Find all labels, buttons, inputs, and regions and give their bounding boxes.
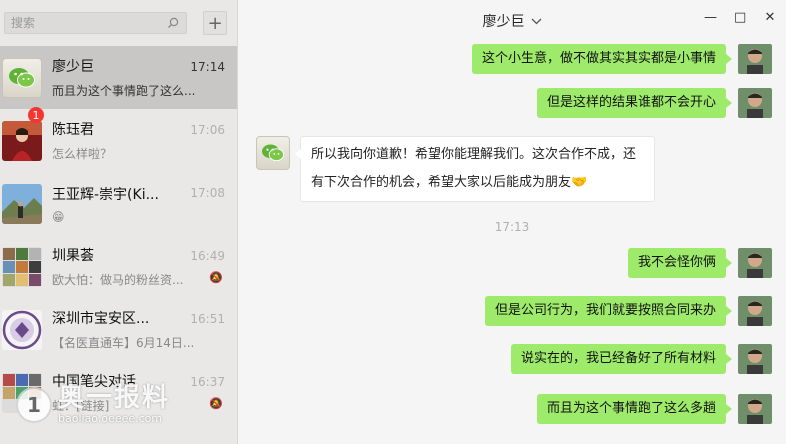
close-button[interactable]: ✕ <box>764 10 776 25</box>
conversation-item-liaoshaoju[interactable]: 廖少巨 而且为这个事情跑了这么... 17:14 <box>0 46 237 109</box>
add-chat-button[interactable]: + <box>203 11 227 35</box>
chevron-down-icon[interactable] <box>531 15 542 28</box>
avatar <box>2 309 42 350</box>
message-bubble[interactable]: 但是公司行为，我们就要按照合同来办 <box>484 296 733 326</box>
conversation-time: 17:08 <box>190 186 225 200</box>
message-row-outgoing: 而且为这个事情跑了这么多趟 <box>536 394 772 424</box>
unread-badge: 1 <box>28 107 44 123</box>
search-row: + <box>0 0 237 46</box>
group-avatar-icon <box>2 246 42 287</box>
search-icon[interactable] <box>166 16 180 30</box>
message-row-outgoing: 我不会怪你俩 <box>627 248 772 278</box>
district-seal-icon <box>2 309 42 350</box>
my-avatar[interactable] <box>738 88 772 118</box>
conversation-time: 16:37 <box>190 375 225 389</box>
wechat-logo-icon[interactable] <box>256 136 290 170</box>
avatar <box>2 246 42 287</box>
conversation-preview: 虹：[链接] <box>52 399 110 413</box>
message-bubble[interactable]: 这个小生意，做不做其实其实都是小事情 <box>471 44 733 74</box>
window-controls: — □ ✕ <box>704 10 776 25</box>
chat-title[interactable]: 廖少巨 <box>483 11 525 31</box>
avatar <box>2 372 42 413</box>
conversation-time: 16:51 <box>190 312 225 326</box>
my-avatar[interactable] <box>738 44 772 74</box>
conversation-item-chenjuejun[interactable]: 1 陈珏君 怎么样啦？ 17:06 <box>0 107 237 172</box>
message-bubble[interactable]: 说实在的，我已经备好了所有材料 <box>510 344 733 374</box>
conversation-preview: 而且为这个事情跑了这么... <box>52 84 196 98</box>
maximize-button[interactable]: □ <box>734 10 746 25</box>
message-bubble[interactable]: 但是这样的结果谁都不会开心 <box>536 88 733 118</box>
message-bubble[interactable]: 而且为这个事情跑了这么多趟 <box>536 394 733 424</box>
conversation-item-baoan-district[interactable]: 深圳市宝安区... 【名医直通车】6月14日... 16:51 <box>0 298 237 361</box>
photo-landscape-icon <box>2 183 42 224</box>
minimize-button[interactable]: — <box>704 10 717 25</box>
mute-icon: 🔕 <box>209 271 223 284</box>
my-avatar[interactable] <box>738 248 772 278</box>
conversation-sidebar: + 廖少巨 而且为这个事情跑了这么... 17:14 1 <box>0 0 238 444</box>
my-avatar[interactable] <box>738 344 772 374</box>
conversation-item-zhenguohui[interactable]: 圳果荟 欧大怕：做马的粉丝资... 16:49 🔕 <box>0 235 237 298</box>
conversation-preview: 欧大怕：做马的粉丝资... <box>52 273 184 287</box>
avatar <box>2 57 42 98</box>
message-row-outgoing: 但是公司行为，我们就要按照合同来办 <box>484 296 772 326</box>
photo-woman-icon <box>2 120 42 161</box>
my-avatar[interactable] <box>738 394 772 424</box>
my-avatar[interactable] <box>738 296 772 326</box>
conversation-item-wangyahui[interactable]: 王亚辉-崇宇(Ki... 😁 17:08 <box>0 172 237 235</box>
conversation-time: 17:06 <box>190 123 225 137</box>
avatar <box>2 183 42 224</box>
chat-panel: 廖少巨 — □ ✕ 这个小生意，做不做其实其实都是小事情 但是这样的结果谁都不会… <box>238 0 786 444</box>
message-timestamp: 17:13 <box>494 220 530 234</box>
conversation-preview: 😁 <box>52 209 65 224</box>
wechat-logo-icon <box>2 57 42 98</box>
message-row-outgoing: 这个小生意，做不做其实其实都是小事情 <box>471 44 772 74</box>
message-bubble[interactable]: 我不会怪你俩 <box>627 248 733 278</box>
chat-titlebar: 廖少巨 — □ ✕ <box>238 0 786 42</box>
search-box[interactable] <box>4 12 188 34</box>
avatar <box>2 120 42 161</box>
search-input[interactable] <box>11 16 167 30</box>
conversation-time: 16:49 <box>190 249 225 263</box>
message-bubble[interactable]: 所以我向你道歉！希望你能理解我们。这次合作不成，还有下次合作的机会，希望大家以后… <box>295 136 655 202</box>
message-row-incoming: 所以我向你道歉！希望你能理解我们。这次合作不成，还有下次合作的机会，希望大家以后… <box>256 136 655 202</box>
message-row-outgoing: 但是这样的结果谁都不会开心 <box>536 88 772 118</box>
conversation-item-group-dialogue[interactable]: 中国笔尖对话 虹：[链接] 16:37 🔕 <box>0 361 237 424</box>
mute-icon: 🔕 <box>209 397 223 410</box>
conversation-preview: 【名医直通车】6月14日... <box>52 336 195 350</box>
conversation-preview: 怎么样啦？ <box>52 147 113 161</box>
conversation-time: 17:14 <box>190 60 225 74</box>
group-avatar-icon <box>2 372 42 413</box>
message-row-outgoing: 说实在的，我已经备好了所有材料 <box>510 344 772 374</box>
